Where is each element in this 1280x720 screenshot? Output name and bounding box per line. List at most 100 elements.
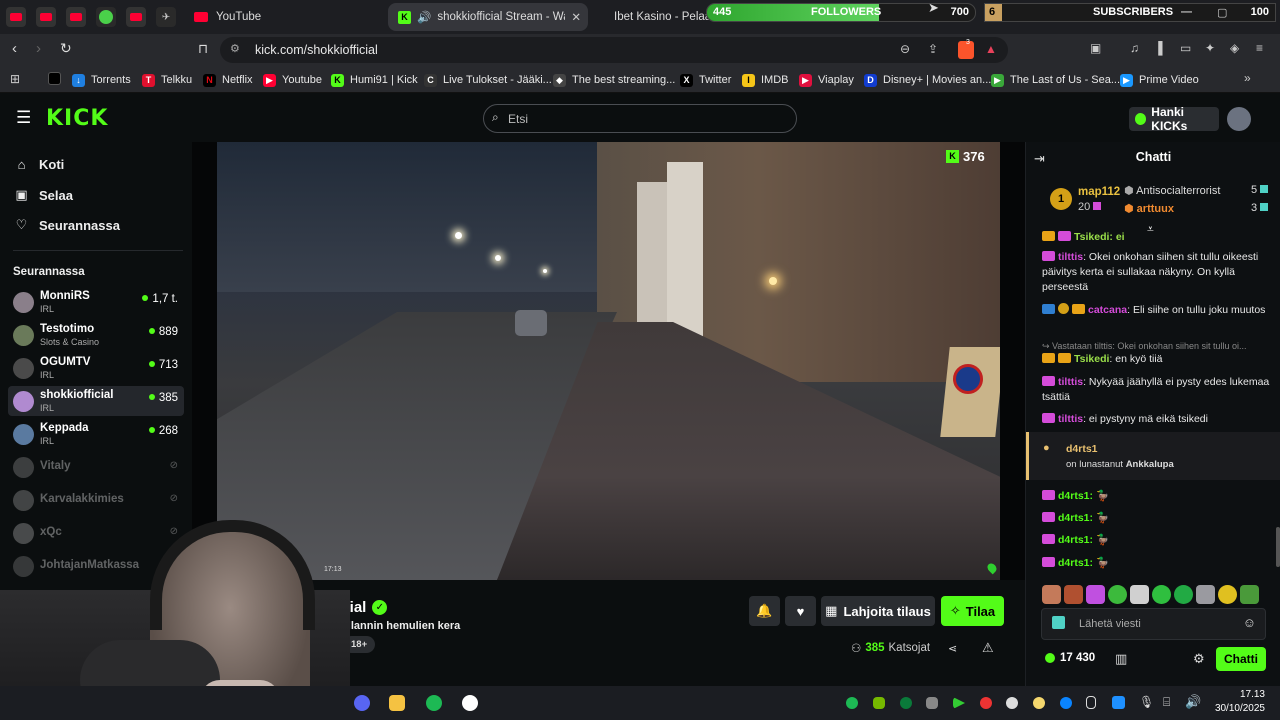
- get-kicks-button[interactable]: Hanki KICKs: [1129, 105, 1219, 133]
- settings-gear-icon[interactable]: ⚙: [1193, 651, 1205, 667]
- nav-following[interactable]: ♡ Seurannassa: [14, 217, 120, 233]
- phone-icon[interactable]: [1086, 696, 1096, 709]
- tab-ibet[interactable]: Ibet Kasino - Pelaa: [600, 3, 710, 31]
- emote-icon[interactable]: [1218, 585, 1237, 604]
- bluetooth-icon[interactable]: [1060, 697, 1072, 709]
- share-icon[interactable]: ⋖: [948, 642, 957, 655]
- gift-sub-button[interactable]: ▦ Lahjoita tilaus: [821, 596, 935, 626]
- bookmark-twitter[interactable]: X Twitter: [680, 72, 731, 88]
- play-tab-icon[interactable]: [96, 7, 116, 27]
- redeem-username[interactable]: d4rts1: [1066, 443, 1098, 455]
- brave-rewards-icon[interactable]: ▲: [985, 42, 997, 56]
- url-text[interactable]: kick.com/shokkiofficial: [255, 43, 378, 57]
- spotify-tray-icon[interactable]: [846, 697, 858, 709]
- bookmark-disney[interactable]: D Disney+ | Movies an...: [864, 72, 991, 88]
- bookmark-prime-video[interactable]: ▶ Prime Video: [1120, 72, 1199, 88]
- volume-icon[interactable]: 🔊: [1185, 694, 1201, 710]
- hamburger-menu-icon[interactable]: ☰: [16, 108, 31, 128]
- channel-testotimo[interactable]: Testotimo Slots & Casino 889: [8, 320, 184, 350]
- user-avatar[interactable]: [1227, 107, 1251, 131]
- tab-icon[interactable]: ✈: [156, 7, 176, 27]
- music-icon[interactable]: ♫: [1130, 41, 1139, 55]
- chat-username[interactable]: d4rts1: [1058, 490, 1090, 502]
- channel-monnirs[interactable]: MonniRS IRL 1,7 t.: [8, 287, 184, 317]
- tray-icon[interactable]: [1006, 697, 1018, 709]
- bookmark-icon[interactable]: [48, 72, 61, 85]
- chat-username[interactable]: d4rts1: [1058, 534, 1090, 546]
- youtube-tab-icon[interactable]: [66, 7, 86, 27]
- vpn-icon[interactable]: ◈: [1230, 41, 1239, 55]
- emote-icon[interactable]: [1086, 585, 1105, 604]
- address-bar[interactable]: ⚙ kick.com/shokkiofficial ⊖ ⇪ 3 ▲: [220, 37, 1008, 63]
- youtube-tab-icon[interactable]: [126, 7, 146, 27]
- share-icon[interactable]: ⇪: [928, 42, 938, 56]
- leader-2[interactable]: ⬢ Antisocialterrorist: [1124, 184, 1220, 197]
- kicks-balance[interactable]: 17 430: [1045, 652, 1095, 664]
- sidebar-icon[interactable]: ▐: [1154, 41, 1163, 55]
- chat-input[interactable]: Lähetä viesti ☺: [1041, 608, 1266, 640]
- security-icon[interactable]: [1112, 696, 1125, 709]
- bookmark-streaming[interactable]: ◆ The best streaming...: [553, 72, 675, 88]
- chat-username[interactable]: tilttis: [1058, 413, 1083, 425]
- video-frame[interactable]: K 376 17:13: [217, 142, 1000, 580]
- close-tab-icon[interactable]: ✕: [571, 10, 581, 24]
- send-chat-button[interactable]: Chatti: [1216, 647, 1266, 671]
- tray-icon[interactable]: [900, 697, 912, 709]
- bookmark-live-tulokset[interactable]: C Live Tulokset - Jääki...: [424, 72, 552, 88]
- channel-karvalakkimies[interactable]: Karvalakkimies ⊘: [8, 485, 184, 515]
- chat-username[interactable]: tilttis: [1058, 376, 1083, 388]
- site-info-icon[interactable]: ⚙: [230, 42, 240, 55]
- bookmark-telkku[interactable]: T Telkku: [142, 72, 192, 88]
- emote-icon[interactable]: [1108, 585, 1127, 604]
- tray-icon[interactable]: [926, 697, 938, 709]
- emoji-picker-icon[interactable]: ☺: [1243, 615, 1256, 630]
- tab-youtube[interactable]: YouTube: [186, 3, 376, 31]
- apps-grid-icon[interactable]: ⊞: [10, 72, 20, 86]
- more-bookmarks-icon[interactable]: »: [1244, 71, 1251, 85]
- search-input[interactable]: ⌕ Etsi: [483, 104, 797, 133]
- kick-logo[interactable]: KICK: [46, 106, 108, 131]
- bookmark-torrents[interactable]: ↓ Torrents: [72, 72, 131, 88]
- report-icon[interactable]: ⚠: [982, 640, 994, 656]
- chat-username[interactable]: tilttis: [1058, 251, 1083, 263]
- channel-vitaly[interactable]: Vitaly ⊘: [8, 452, 184, 482]
- channel-shokkiofficial[interactable]: shokkiofficial IRL 385: [8, 386, 184, 416]
- bookmark-humi91-kick[interactable]: K Humi91 | Kick: [331, 72, 418, 88]
- clock[interactable]: 17.13 30/10/2025: [1209, 688, 1265, 716]
- wallet-icon[interactable]: ▭: [1180, 41, 1191, 55]
- play-tray-icon[interactable]: [953, 697, 965, 709]
- gift-icon[interactable]: [1052, 616, 1065, 629]
- leader-3[interactable]: ⬢ arttuux: [1124, 202, 1174, 215]
- menu-icon[interactable]: ≡: [1256, 41, 1263, 55]
- bookmark-icon[interactable]: ⊓: [198, 41, 208, 57]
- emote-icon[interactable]: [1240, 585, 1259, 604]
- bookmark-viaplay[interactable]: ▶ Viaplay: [799, 72, 854, 88]
- emote-icon[interactable]: [1130, 585, 1149, 604]
- zoom-icon[interactable]: ⊖: [900, 42, 910, 56]
- audio-icon[interactable]: 🔊: [417, 10, 431, 24]
- emote-icon[interactable]: [1152, 585, 1171, 604]
- back-icon[interactable]: ‹: [12, 40, 17, 57]
- emote-icon[interactable]: [1042, 585, 1061, 604]
- tray-icon[interactable]: [980, 697, 992, 709]
- notifications-button[interactable]: 🔔: [749, 596, 780, 626]
- file-explorer-icon[interactable]: [389, 695, 405, 711]
- discord-icon[interactable]: [354, 695, 370, 711]
- microphone-icon[interactable]: 🎙: [1139, 695, 1154, 709]
- subscribe-button[interactable]: ✧ Tilaa: [941, 596, 1004, 626]
- network-icon[interactable]: ⌸: [1163, 695, 1170, 710]
- channel-ogumtv[interactable]: OGUMTV IRL 713: [8, 353, 184, 383]
- nav-home[interactable]: ⌂ Koti: [14, 157, 65, 172]
- chat-username[interactable]: Tsikedi: [1074, 353, 1109, 365]
- youtube-tab-icon[interactable]: [36, 7, 56, 27]
- leo-icon[interactable]: ✦: [1205, 41, 1215, 55]
- follow-button[interactable]: ♥: [785, 596, 816, 626]
- emote-icon[interactable]: [1196, 585, 1215, 604]
- emote-icon[interactable]: [1064, 585, 1083, 604]
- forward-icon[interactable]: ›: [36, 40, 41, 57]
- emote-icon[interactable]: [1174, 585, 1193, 604]
- nav-browse[interactable]: ▣ Selaa: [14, 187, 73, 203]
- nvidia-tray-icon[interactable]: [873, 697, 885, 709]
- bookmark-netflix[interactable]: N Netflix: [203, 72, 253, 88]
- video-player[interactable]: K 376 17:13: [192, 142, 1025, 580]
